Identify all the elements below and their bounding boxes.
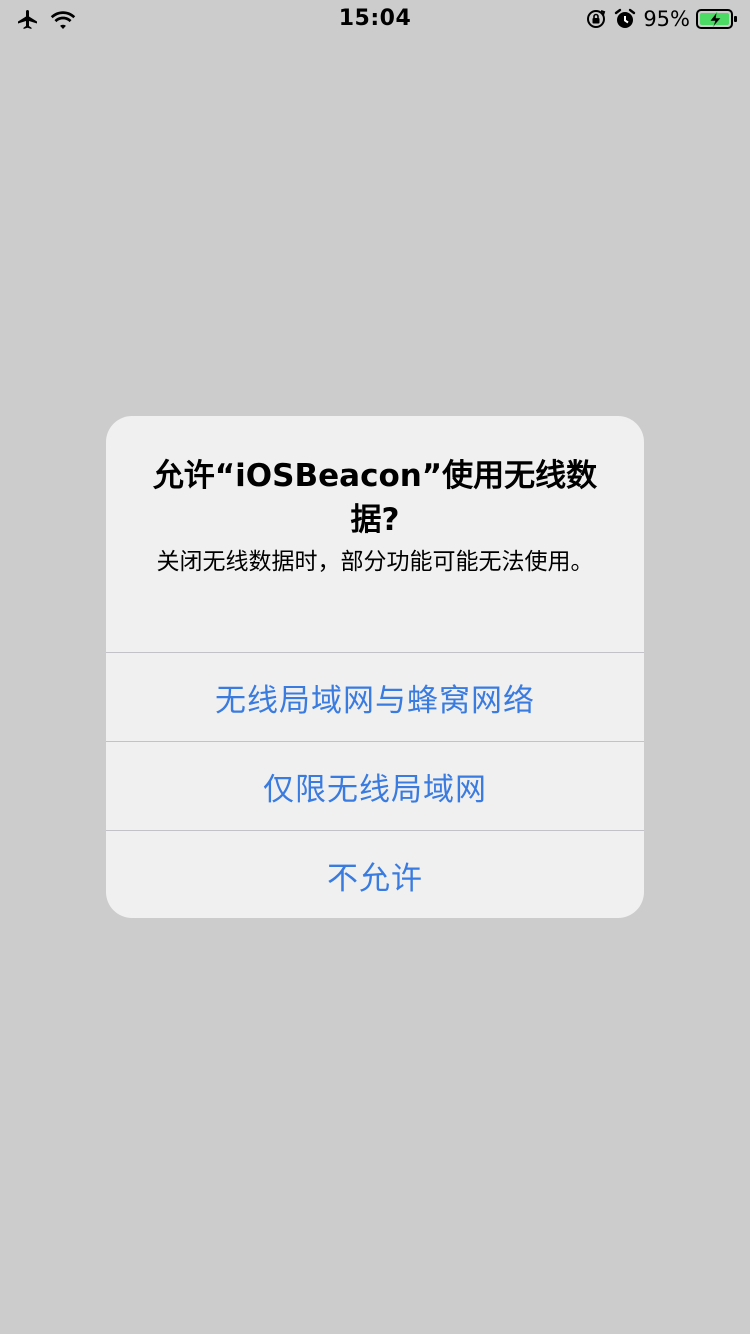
alarm-icon xyxy=(613,7,637,31)
wifi-and-cellular-button[interactable]: 无线局域网与蜂窝网络 xyxy=(106,653,644,741)
permission-alert-dialog: 允许“iOSBeacon”使用无线数据? 关闭无线数据时，部分功能可能无法使用。… xyxy=(106,416,644,918)
alert-title: 允许“iOSBeacon”使用无线数据? xyxy=(152,458,598,538)
orientation-lock-icon xyxy=(585,8,607,30)
status-bar: 15:04 95% xyxy=(0,0,750,40)
wifi-only-button[interactable]: 仅限无线局域网 xyxy=(106,742,644,830)
alert-header: 允许“iOSBeacon”使用无线数据? 关闭无线数据时，部分功能可能无法使用。 xyxy=(106,416,644,652)
battery-percentage: 95% xyxy=(643,7,690,31)
status-bar-right: 95% xyxy=(585,7,738,31)
dont-allow-button[interactable]: 不允许 xyxy=(106,831,644,918)
battery-charging-icon xyxy=(696,8,738,30)
alert-message: 关闭无线数据时，部分功能可能无法使用。 xyxy=(156,549,594,575)
